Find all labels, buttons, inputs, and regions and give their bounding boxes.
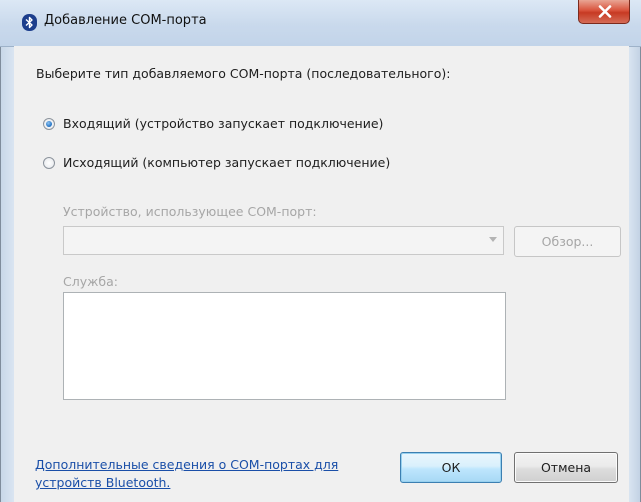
close-icon	[598, 5, 612, 18]
cancel-button[interactable]: Отмена	[514, 452, 618, 483]
outgoing-radio-option[interactable]: Исходящий (компьютер запускает подключен…	[43, 155, 390, 170]
outgoing-radio[interactable]	[43, 156, 55, 169]
port-type-prompt: Выберите тип добавляемого COM-порта (пос…	[36, 66, 451, 81]
title-bar[interactable]: Добавление COM-порта	[0, 0, 641, 47]
browse-button[interactable]: Обзор...	[514, 226, 621, 257]
service-label: Служба:	[63, 274, 118, 289]
window-frame-left	[0, 0, 15, 502]
help-link[interactable]: Дополнительные сведения о COM-портах для…	[35, 456, 355, 492]
chevron-down-icon[interactable]	[489, 237, 497, 242]
close-button[interactable]	[578, 0, 630, 24]
incoming-radio[interactable]	[43, 117, 55, 130]
device-combobox[interactable]	[63, 226, 504, 255]
window-frame-right	[628, 0, 641, 502]
outgoing-radio-label[interactable]: Исходящий (компьютер запускает подключен…	[63, 155, 390, 170]
device-label: Устройство, использующее COM-порт:	[63, 204, 317, 219]
window-title: Добавление COM-порта	[44, 13, 207, 28]
bluetooth-icon	[21, 14, 38, 31]
incoming-radio-label[interactable]: Входящий (устройство запускает подключен…	[63, 116, 383, 131]
ok-button[interactable]: ОК	[400, 452, 502, 483]
incoming-radio-option[interactable]: Входящий (устройство запускает подключен…	[43, 116, 383, 131]
dialog-window: Добавление COM-порта Выберите тип добавл…	[0, 0, 641, 502]
service-list[interactable]	[63, 292, 506, 400]
